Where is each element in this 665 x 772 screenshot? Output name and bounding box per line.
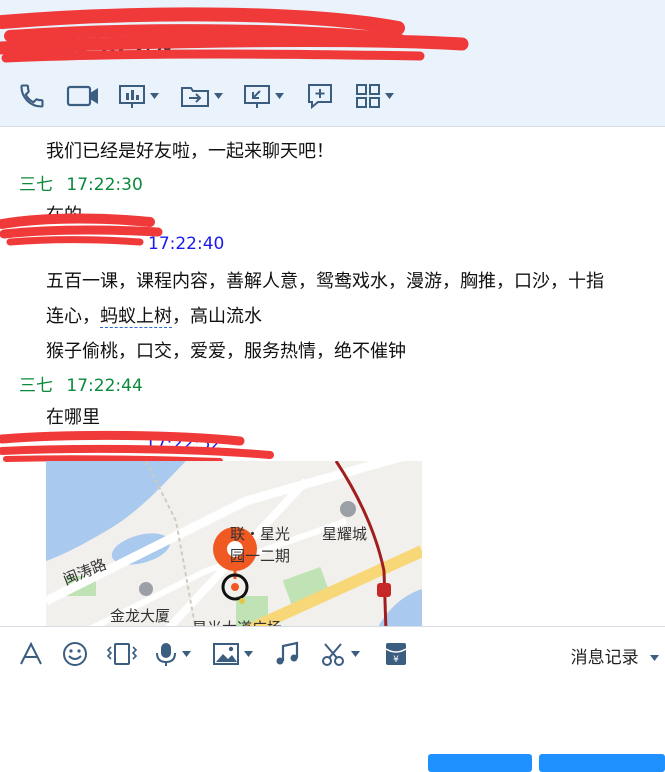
voice-button[interactable] (154, 639, 191, 669)
redaction-mark (0, 213, 163, 246)
emoji-button[interactable] (62, 639, 88, 669)
chat-add-icon (308, 84, 332, 110)
shake-icon (106, 643, 138, 665)
music-note-icon (276, 641, 299, 665)
message-text-part: 连心， (46, 306, 100, 327)
phone-button[interactable] (18, 80, 46, 112)
input-toolbar: ¥ 消息记录 (0, 626, 665, 683)
message-header: 三七 17:22:44 (19, 371, 143, 396)
image-icon (213, 643, 239, 665)
chat-toolbar (0, 70, 665, 127)
shake-window-button[interactable] (106, 639, 138, 669)
chevron-down-icon[interactable] (385, 93, 394, 99)
emoji-icon (63, 642, 87, 666)
send-button[interactable] (539, 754, 665, 772)
file-transfer-icon (181, 87, 209, 107)
map-label: 金龙大厦 (110, 607, 171, 625)
message-list[interactable]: 我们已经是好友啦，一起来聊天吧！ 三七 17:22:30 在的 17:22:40… (0, 127, 665, 626)
map-label: 星耀城 (322, 525, 368, 543)
chevron-down-icon[interactable] (150, 93, 159, 99)
image-button[interactable] (212, 639, 253, 669)
location-map[interactable]: 闽涛路 金龙大厦 联・星光 星耀城 园一二期 星光大道广场 (46, 461, 422, 626)
font-icon (20, 641, 42, 665)
font-button[interactable] (18, 639, 44, 669)
chat-add-button[interactable] (306, 80, 334, 112)
sender-name[interactable]: 三七 (19, 175, 53, 195)
video-call-button[interactable] (66, 80, 100, 112)
chevron-down-icon[interactable] (275, 93, 284, 99)
video-icon (66, 85, 98, 107)
phone-icon (20, 84, 44, 108)
screen-share-icon (119, 85, 145, 108)
message-text: 在哪里 (46, 407, 100, 428)
screen-share-button[interactable] (118, 80, 159, 112)
spellcheck-underlined-text[interactable]: 蚂蚁上树 (100, 306, 172, 328)
close-button[interactable] (428, 754, 532, 772)
map-label: 联・星光 (230, 525, 291, 543)
red-packet-button[interactable]: ¥ (384, 639, 408, 669)
microphone-icon (156, 643, 176, 666)
chevron-down-icon (650, 655, 659, 661)
message-text: 猴子偷桃，口交，爱爱，服务热情，绝不催钟 (46, 341, 406, 362)
scissors-icon (322, 643, 344, 666)
chevron-down-icon[interactable] (182, 651, 191, 657)
sender-name[interactable]: 三七 (19, 376, 53, 396)
red-packet-icon: ¥ (385, 643, 407, 665)
chevron-down-icon[interactable] (351, 651, 360, 657)
message-time: 17:22:44 (66, 376, 143, 396)
remote-desktop-icon (244, 85, 270, 108)
svg-text:¥: ¥ (393, 655, 399, 665)
message-text: 我们已经是好友啦，一起来聊天吧！ (46, 141, 334, 162)
apps-grid-icon (356, 84, 380, 108)
message-text: 连心，蚂蚁上树，高山流水 (46, 302, 262, 328)
map-label: 园一二期 (230, 547, 291, 565)
title-bar: AA群：... 好友 (0, 0, 665, 70)
apps-grid-button[interactable] (355, 80, 394, 112)
message-history-label: 消息记录 (570, 648, 639, 668)
chevron-down-icon[interactable] (244, 651, 253, 657)
message-header: 三七 17:22:30 (19, 170, 143, 195)
file-transfer-button[interactable] (180, 80, 223, 112)
message-text: 五百一课，课程内容，善解人意，鸳鸯戏水，漫游，胸推，口沙，十指 (46, 271, 604, 292)
chevron-down-icon[interactable] (214, 93, 223, 99)
remote-desktop-button[interactable] (243, 80, 284, 112)
map-label: 星光大道广场 (192, 617, 282, 626)
message-history-button[interactable]: 消息记录 (571, 643, 659, 668)
screenshot-button[interactable] (321, 639, 360, 669)
music-button[interactable] (274, 639, 300, 669)
message-time: 17:22:30 (66, 175, 143, 195)
message-text-part: ，高山流水 (172, 306, 262, 327)
redaction-mark (0, 7, 469, 63)
